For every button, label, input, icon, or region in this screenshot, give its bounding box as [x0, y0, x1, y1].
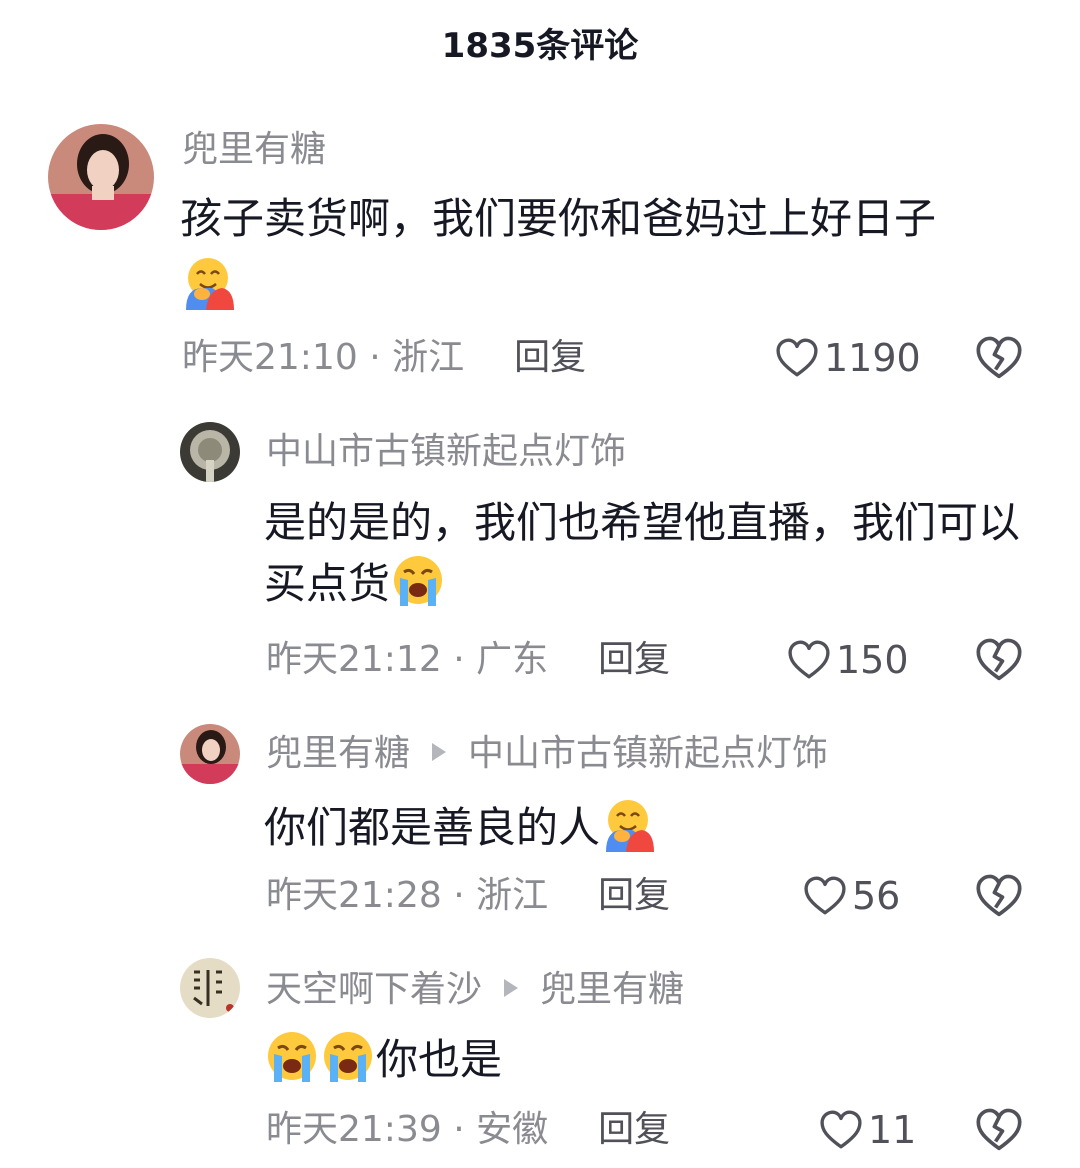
- like-count: 56: [852, 874, 901, 918]
- broken-heart-icon[interactable]: [976, 1108, 1022, 1152]
- comment-author[interactable]: 兜里有糖: [182, 126, 326, 174]
- reply-button[interactable]: 回复: [514, 337, 586, 378]
- comment-location: 广东: [476, 639, 549, 680]
- reply-button[interactable]: 回复: [598, 1109, 670, 1150]
- like-count: 150: [836, 638, 909, 682]
- comment-meta: 昨天21:12 · 广东 回复: [266, 639, 671, 680]
- hug-emoji-icon: [604, 798, 656, 852]
- heart-icon: [788, 640, 830, 679]
- comment-author: 兜里有糖 中山市古镇新起点灯饰: [266, 730, 828, 778]
- hug-emoji-icon: [184, 256, 236, 310]
- comment-time: 昨天21:12: [266, 639, 442, 680]
- comment-meta: 昨天21:39 · 安徽 回复: [266, 1109, 671, 1150]
- like-button[interactable]: 56: [804, 872, 900, 920]
- avatar[interactable]: [180, 422, 240, 482]
- like-button[interactable]: 11: [820, 1106, 916, 1154]
- loudly-crying-emoji-icon: [322, 1030, 374, 1084]
- broken-heart-icon[interactable]: [976, 638, 1022, 682]
- comments-count-title: 1835条评论: [441, 26, 639, 66]
- comment-text: 你们都是善良的人: [264, 796, 1034, 857]
- author-name[interactable]: 天空啊下着沙: [266, 969, 482, 1010]
- like-count: 11: [868, 1108, 917, 1152]
- comment-time: 昨天21:10: [182, 337, 358, 378]
- heart-icon: [776, 338, 818, 377]
- comment-location: 安徽: [476, 1109, 549, 1150]
- avatar[interactable]: [180, 958, 240, 1018]
- reply-to-name[interactable]: 中山市古镇新起点灯饰: [468, 733, 828, 774]
- like-button[interactable]: 150: [788, 636, 909, 684]
- comment-location: 浙江: [392, 337, 465, 378]
- avatar[interactable]: [180, 724, 240, 784]
- comment-location: 浙江: [476, 875, 549, 916]
- comment-text: 孩子卖货啊，我们要你和爸妈过上好日子: [180, 190, 1020, 315]
- like-button[interactable]: 1190: [776, 334, 921, 382]
- reply-to-name[interactable]: 兜里有糖: [540, 969, 684, 1010]
- heart-icon: [804, 876, 846, 915]
- reply-button[interactable]: 回复: [598, 639, 670, 680]
- reply-arrow-icon: [432, 743, 447, 761]
- comment-author: 天空啊下着沙 兜里有糖: [266, 966, 684, 1014]
- comment-meta: 昨天21:28 · 浙江 回复: [266, 875, 671, 916]
- avatar[interactable]: [48, 124, 154, 230]
- author-name[interactable]: 兜里有糖: [266, 733, 410, 774]
- reply-arrow-icon: [504, 979, 519, 997]
- broken-heart-icon[interactable]: [976, 874, 1022, 918]
- comment-text: 是的是的，我们也希望他直播，我们可以买点货: [264, 498, 1021, 608]
- comment-author[interactable]: 中山市古镇新起点灯饰: [266, 428, 626, 476]
- like-count: 1190: [824, 336, 921, 380]
- comment-time: 昨天21:28: [266, 875, 442, 916]
- reply-button[interactable]: 回复: [598, 875, 670, 916]
- comment-time: 昨天21:39: [266, 1109, 442, 1150]
- comment-text: 你也是: [264, 1028, 1034, 1089]
- broken-heart-icon[interactable]: [976, 336, 1022, 380]
- heart-icon: [820, 1110, 862, 1149]
- comment-meta: 昨天21:10 · 浙江 回复: [182, 337, 587, 378]
- loudly-crying-emoji-icon: [392, 554, 444, 608]
- loudly-crying-emoji-icon: [266, 1030, 318, 1084]
